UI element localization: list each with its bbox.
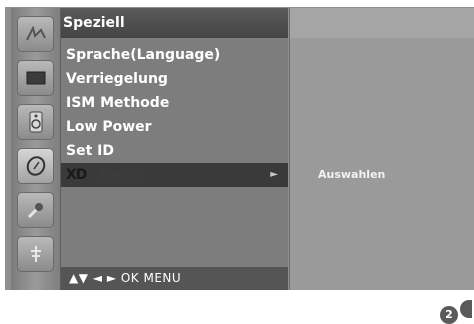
sidebar-slot-audio[interactable] xyxy=(17,104,54,140)
special-menu-panel: Speziell Sprache(Language) Verriegelung … xyxy=(61,8,288,290)
sidebar-slot-special[interactable] xyxy=(17,148,54,184)
submenu-arrow-icon: ► xyxy=(270,169,278,180)
screen-icon xyxy=(26,71,45,85)
menu-list: Sprache(Language) Verriegelung ISM Metho… xyxy=(61,43,288,187)
menu-item-demo[interactable]: XD Demo ► xyxy=(61,163,288,187)
sidebar-slot-input[interactable] xyxy=(17,236,54,272)
speaker-icon xyxy=(29,111,42,133)
menu-item-lock[interactable]: Verriegelung xyxy=(61,67,288,91)
page-number-badge: 2 xyxy=(440,306,458,324)
input-plug-icon xyxy=(30,246,41,262)
demo-label: Demo xyxy=(99,167,145,183)
clock-icon xyxy=(26,156,45,176)
menu-item-language[interactable]: Sprache(Language) xyxy=(61,43,288,67)
sidebar-slot-picture[interactable] xyxy=(17,16,54,52)
xd-logo: XD xyxy=(66,167,87,183)
submenu-header xyxy=(290,8,474,38)
menu-item-set-id[interactable]: Set ID xyxy=(61,139,288,163)
wrench-icon xyxy=(27,203,43,219)
menu-category-sidebar xyxy=(11,8,61,290)
navigation-hint-bar: ▲▼ ◄ ► OK MENU xyxy=(61,267,288,290)
page-badge-partial xyxy=(460,300,472,318)
demo-submenu-panel: Auswahlen xyxy=(289,8,474,290)
page-badges: 2 xyxy=(440,300,474,324)
sidebar-slot-setup[interactable] xyxy=(17,192,54,228)
menu-item-ism-method[interactable]: ISM Methode xyxy=(61,91,288,115)
menu-title: Speziell xyxy=(61,8,288,38)
submenu-option-select[interactable]: Auswahlen xyxy=(318,168,385,181)
sidebar-slot-screen[interactable] xyxy=(17,60,54,96)
menu-item-low-power[interactable]: Low Power xyxy=(61,115,288,139)
picture-icon xyxy=(25,26,46,41)
